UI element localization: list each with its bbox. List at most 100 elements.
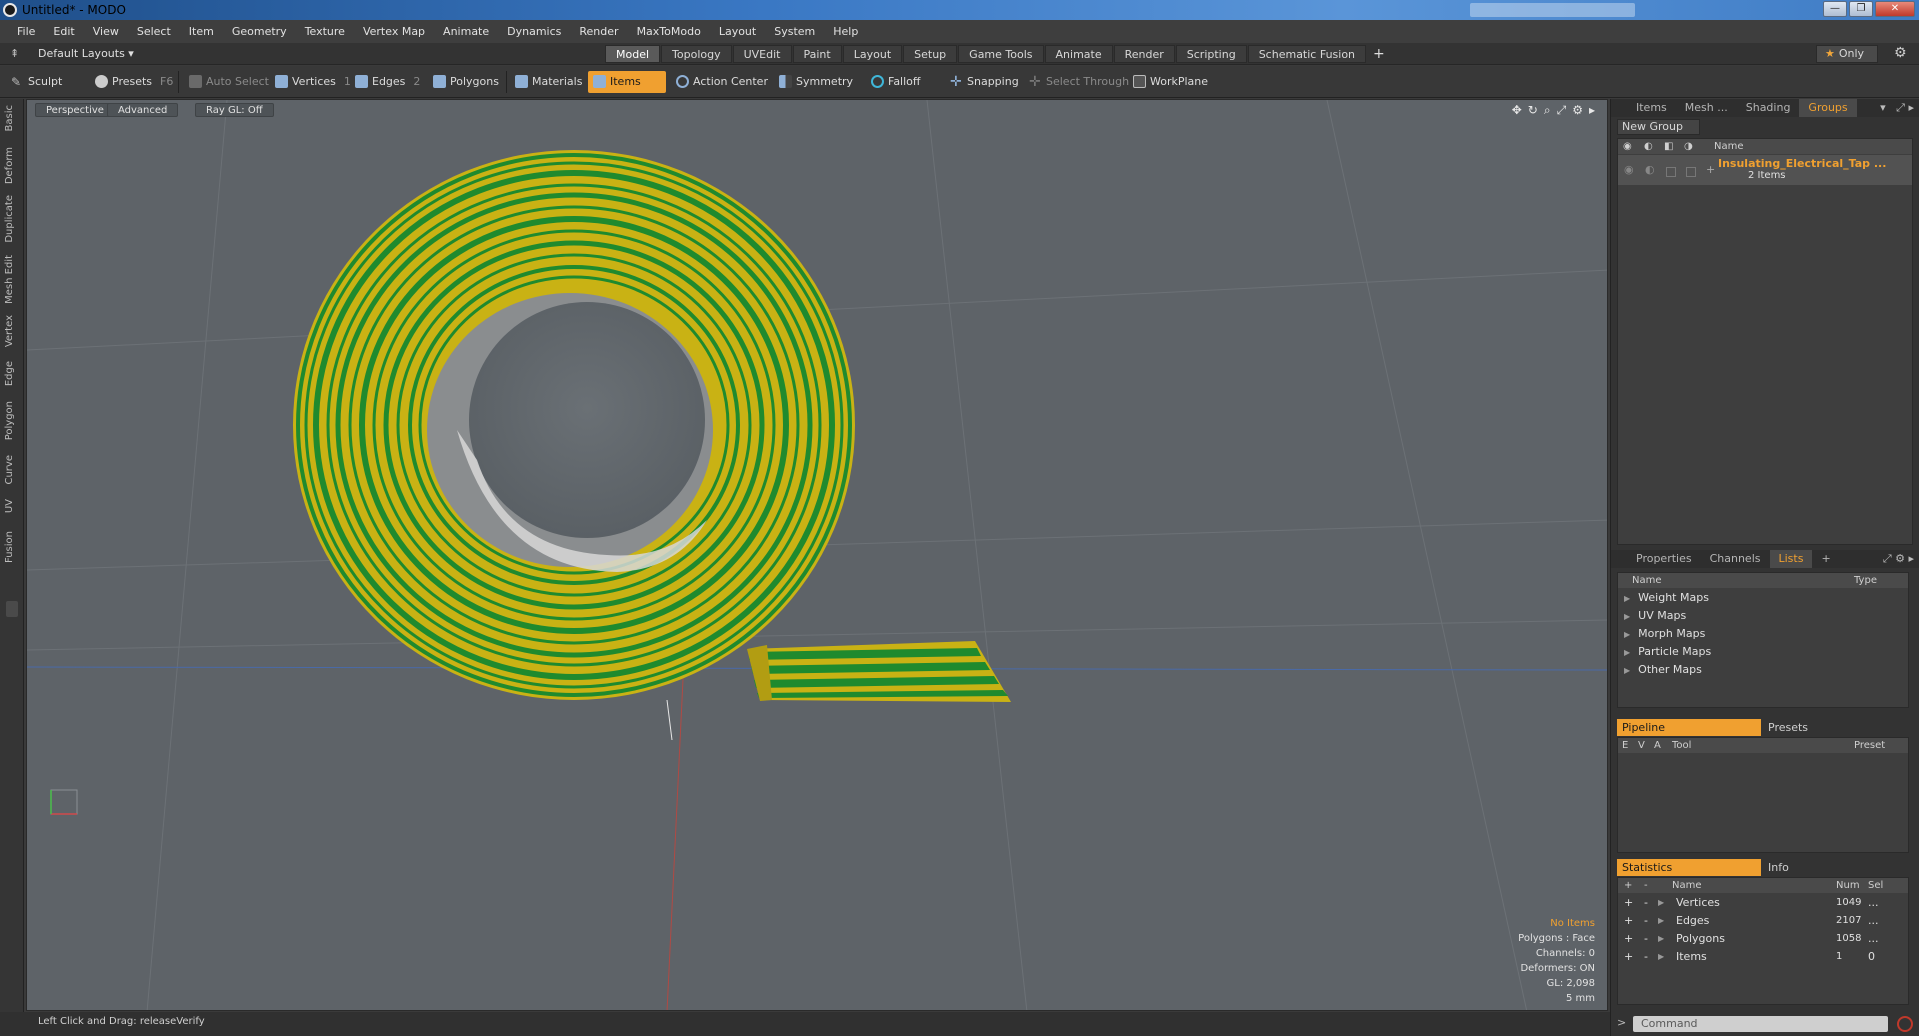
group-select-checkbox[interactable] (1686, 167, 1696, 177)
add-tab-icon[interactable]: + (1367, 45, 1391, 63)
tab-lists[interactable]: Lists (1769, 550, 1813, 568)
panel-expand-icon[interactable]: ▾ ⤢ ▸ (1880, 101, 1914, 115)
new-group-button[interactable]: New Group (1617, 119, 1700, 135)
expand-arrow-icon[interactable]: ▶ (1658, 912, 1664, 930)
3d-viewport[interactable]: Perspective Advanced Ray GL: Off ✥ ↻ ⌕ ⤢… (26, 99, 1608, 1011)
edges-button[interactable]: Edges 2 (350, 71, 428, 93)
layout-selector[interactable]: Default Layouts ▾ (38, 47, 134, 60)
command-input[interactable]: Command (1633, 1016, 1888, 1032)
remove-icon[interactable]: - (1644, 894, 1648, 912)
stats-row[interactable]: + - ▶ Vertices 1049 ... (1618, 894, 1908, 912)
add-panel-tab-icon[interactable]: + (1812, 550, 1839, 568)
items-button[interactable]: Items (588, 71, 666, 93)
symmetry-button[interactable]: Symmetry (774, 71, 861, 93)
vtab-polygon[interactable]: Polygon (4, 401, 15, 440)
tab-paint[interactable]: Paint (792, 45, 842, 63)
group-expand-icon[interactable]: + (1706, 161, 1715, 179)
list-item[interactable]: ▶ Morph Maps (1618, 625, 1908, 643)
menu-layout[interactable]: Layout (710, 25, 765, 38)
stats-row[interactable]: + - ▶ Items 1 0 (1618, 948, 1908, 966)
tab-statistics[interactable]: Statistics (1617, 859, 1761, 876)
workplane-button[interactable]: WorkPlane (1128, 71, 1216, 93)
advanced-button[interactable]: Advanced (107, 103, 179, 117)
lists-panel-expand-icon[interactable]: ⤢ ⚙ ▸ (1883, 552, 1914, 566)
vtab-fusion[interactable]: Fusion (4, 531, 15, 563)
menu-help[interactable]: Help (824, 25, 867, 38)
group-name[interactable]: Insulating_Electrical_Tap ... (1718, 155, 1886, 173)
materials-button[interactable]: Materials (510, 71, 590, 93)
vtab-curve[interactable]: Curve (4, 455, 15, 485)
remove-icon[interactable]: - (1644, 948, 1648, 966)
tab-presets[interactable]: Presets (1763, 719, 1907, 736)
stats-row[interactable]: + - ▶ Edges 2107 ... (1618, 912, 1908, 930)
group-render-icon[interactable]: ◐ (1645, 161, 1655, 179)
maximize-view-icon[interactable]: ⤢ (1557, 103, 1567, 118)
remove-icon[interactable]: - (1644, 912, 1648, 930)
move-view-icon[interactable]: ✥ (1512, 103, 1522, 118)
expand-arrow-icon[interactable]: ▶ (1658, 930, 1664, 948)
select-through-button[interactable]: ✛ Select Through (1024, 71, 1137, 93)
tab-render[interactable]: Render (1113, 45, 1175, 63)
close-button[interactable]: ✕ (1875, 1, 1915, 17)
tab-schematic-fusion[interactable]: Schematic Fusion (1247, 45, 1367, 63)
menu-vertex-map[interactable]: Vertex Map (354, 25, 434, 38)
zoom-view-icon[interactable]: ⌕ (1544, 103, 1551, 118)
snapping-button[interactable]: ✛ Snapping (945, 71, 1027, 93)
title-search-field[interactable] (1470, 3, 1635, 17)
vtab-uv[interactable]: UV (4, 499, 15, 513)
menu-item[interactable]: Item (180, 25, 223, 38)
vtab-vertex[interactable]: Vertex (4, 315, 15, 347)
menu-animate[interactable]: Animate (434, 25, 498, 38)
command-stop-icon[interactable] (1897, 1016, 1913, 1032)
menu-dynamics[interactable]: Dynamics (498, 25, 570, 38)
action-center-button[interactable]: Action Center (671, 71, 776, 93)
polygons-button[interactable]: Polygons (428, 71, 507, 93)
tab-pipeline[interactable]: Pipeline (1617, 719, 1761, 736)
menu-view[interactable]: View (84, 25, 128, 38)
falloff-button[interactable]: Falloff (866, 71, 928, 93)
raygl-button[interactable]: Ray GL: Off (195, 103, 274, 117)
tab-scripting[interactable]: Scripting (1175, 45, 1247, 63)
menu-file[interactable]: File (8, 25, 44, 38)
tab-items[interactable]: Items (1627, 99, 1676, 117)
tab-layout[interactable]: Layout (842, 45, 903, 63)
vertices-button[interactable]: Vertices 1 (270, 71, 359, 93)
menu-edit[interactable]: Edit (44, 25, 83, 38)
perspective-button[interactable]: Perspective (35, 103, 115, 117)
layout-arrow-icon[interactable]: ⇞ (10, 47, 19, 60)
group-visibility-icon[interactable]: ◉ (1624, 161, 1634, 179)
tab-animate[interactable]: Animate (1044, 45, 1113, 63)
tab-info[interactable]: Info (1763, 859, 1907, 876)
maximize-button[interactable]: ❐ (1849, 1, 1873, 17)
add-icon[interactable]: + (1624, 912, 1633, 930)
menu-system[interactable]: System (765, 25, 824, 38)
tab-setup[interactable]: Setup (903, 45, 958, 63)
viewport-more-icon[interactable]: ▸ (1589, 103, 1595, 118)
vtab-basic[interactable]: Basic (4, 105, 15, 131)
list-item[interactable]: ▶ UV Maps (1618, 607, 1908, 625)
expand-arrow-icon[interactable]: ▶ (1658, 894, 1664, 912)
list-item[interactable]: ▶ Other Maps (1618, 661, 1908, 679)
tab-groups[interactable]: Groups (1799, 99, 1857, 117)
group-row[interactable]: ◉ ◐ + Insulating_Electrical_Tap ... 2 It… (1618, 155, 1912, 185)
tab-shading[interactable]: Shading (1737, 99, 1800, 117)
presets-button[interactable]: Presets F6 (90, 71, 181, 93)
vtab-mesh-edit[interactable]: Mesh Edit (4, 255, 15, 304)
tab-model[interactable]: Model (605, 45, 661, 63)
menu-geometry[interactable]: Geometry (223, 25, 296, 38)
menu-texture[interactable]: Texture (296, 25, 354, 38)
list-item[interactable]: ▶ Weight Maps (1618, 589, 1908, 607)
tab-properties[interactable]: Properties (1627, 550, 1701, 568)
vtab-deform[interactable]: Deform (4, 147, 15, 184)
add-icon[interactable]: + (1624, 894, 1633, 912)
tab-topology[interactable]: Topology (661, 45, 732, 63)
tab-game-tools[interactable]: Game Tools (958, 45, 1044, 63)
minimize-button[interactable]: — (1823, 1, 1847, 17)
add-icon[interactable]: + (1624, 948, 1633, 966)
group-lock-checkbox[interactable] (1666, 167, 1676, 177)
menu-maxtomodo[interactable]: MaxToModo (628, 25, 710, 38)
rotate-view-icon[interactable]: ↻ (1528, 103, 1538, 118)
tab-uvedit[interactable]: UVEdit (732, 45, 792, 63)
only-toggle[interactable]: ★ Only (1816, 45, 1878, 63)
vtab-duplicate[interactable]: Duplicate (4, 195, 15, 243)
